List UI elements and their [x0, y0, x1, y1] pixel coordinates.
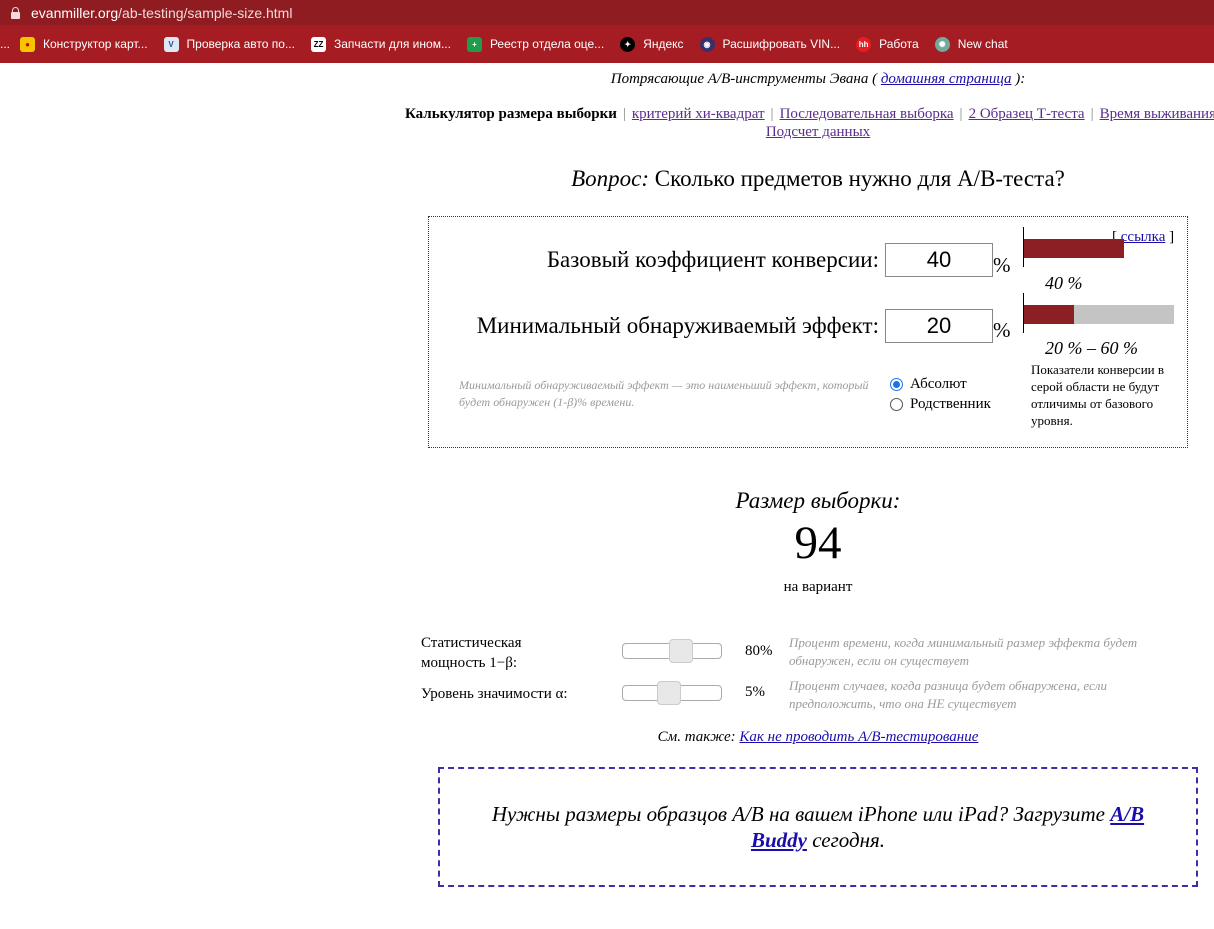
nav-link-sequential[interactable]: Последовательная выборка: [780, 106, 954, 122]
permalink-link[interactable]: ссылка: [1121, 229, 1166, 245]
tools-suffix: ):: [1015, 71, 1026, 87]
bookmark-label: Яндекс: [643, 37, 684, 51]
nav-separator: |: [959, 106, 963, 122]
question-prefix: Вопрос:: [571, 166, 650, 191]
bookmark-label: New chat: [957, 37, 1008, 51]
chatgpt-icon: ✺: [934, 36, 950, 52]
tools-line: Потрясающие A/B-инструменты Эвана ( дома…: [400, 71, 1214, 88]
mde-low-bar: [1024, 305, 1074, 324]
nav-current: Калькулятор размера выборки: [405, 106, 617, 122]
address-bar[interactable]: evanmiller.org/ab-testing/sample-size.ht…: [0, 0, 1214, 25]
alpha-value: 5%: [745, 684, 765, 700]
bookmark-label: Запчасти для ином...: [333, 37, 451, 51]
nav-separator: |: [622, 106, 626, 122]
promo-content: Нужны размеры образцов A/B на вашем iPho…: [470, 801, 1166, 853]
nav-link-count-data[interactable]: Подсчет данных: [766, 124, 870, 140]
radio-relative[interactable]: Родственник: [890, 396, 991, 413]
url-host: evanmiller.org: [31, 4, 119, 21]
see-also: См. также: Как не проводить A/B-тестиров…: [400, 729, 1214, 746]
nav-link-survival[interactable]: Время выживания: [1100, 106, 1214, 122]
alpha-slider[interactable]: [622, 681, 722, 705]
mde-hint: Минимальный обнаруживаемый эффект — это …: [459, 378, 869, 409]
alpha-slider-handle[interactable]: [657, 681, 682, 705]
mde-label: Минимальный обнаруживаемый эффект:: [476, 313, 879, 338]
see-also-prefix: См. также:: [657, 729, 736, 745]
tools-prefix: Потрясающие A/B-инструменты Эвана (: [610, 71, 878, 87]
radio-absolute[interactable]: Абсолют: [890, 376, 967, 393]
alpha-description: Процент случаев, когда разница будет обн…: [789, 678, 1107, 711]
lock-icon: [10, 6, 21, 20]
bookmark-item[interactable]: ◉ Расшифровать VIN...: [699, 36, 841, 52]
calculator-panel: [ ссылка ] Базовый коэффициент конверсии…: [428, 216, 1188, 448]
bookmark-item[interactable]: ✺ New chat: [934, 36, 1008, 52]
bookmark-label: Проверка авто по...: [186, 37, 295, 51]
tool-nav: Калькулятор размера выборки | критерий хи-…: [400, 105, 1214, 141]
mde-pct: %: [993, 318, 1011, 342]
bookmark-item[interactable]: V Проверка авто по...: [163, 36, 295, 52]
bookmark-label: Работа: [879, 37, 919, 51]
radio-checked-icon[interactable]: [890, 378, 903, 391]
question-heading: Вопрос: Сколько предметов нужно для A/B-…: [400, 166, 1214, 192]
power-label: Статистическая мощность 1−β:: [421, 635, 522, 671]
power-description: Процент времени, когда минимальный разме…: [789, 635, 1138, 668]
nav-link-chi-squared[interactable]: критерий хи-квадрат: [632, 106, 765, 122]
alpha-label: Уровень значимости α:: [421, 686, 568, 702]
url-path: /ab-testing/sample-size.html: [118, 4, 293, 21]
bookmark-label: Конструктор карт...: [43, 37, 148, 51]
baseline-pct: %: [993, 253, 1011, 277]
radio-unchecked-icon[interactable]: [890, 398, 903, 411]
radio-relative-label: Родственник: [910, 396, 991, 412]
baseline-caption: 40 %: [1045, 273, 1083, 293]
hh-icon: hh: [856, 36, 872, 52]
bookmark-item[interactable]: ZZ Запчасти для ином...: [310, 36, 451, 52]
radio-absolute-label: Абсолют: [910, 376, 967, 392]
baseline-bar: [1024, 239, 1124, 258]
zz-icon: ZZ: [310, 36, 326, 52]
baseline-input[interactable]: 40: [885, 243, 993, 277]
bookmark-label: Расшифровать VIN...: [722, 37, 841, 51]
see-also-link[interactable]: Как не проводить A/B-тестирование: [739, 729, 978, 745]
bracket-close: ]: [1169, 229, 1175, 245]
home-link[interactable]: домашняя страница: [881, 71, 1012, 87]
nav-separator: |: [1090, 106, 1094, 122]
bookmark-overflow[interactable]: ...: [0, 37, 10, 51]
nav-link-t-test[interactable]: 2 Образец Т-теста: [969, 106, 1085, 122]
power-slider-handle[interactable]: [668, 639, 693, 663]
power-slider[interactable]: [622, 639, 722, 663]
sample-size-value: 94: [794, 517, 842, 569]
shield-check-icon: V: [163, 36, 179, 52]
bookmark-label: ...: [0, 37, 11, 51]
map-pin-icon: ●: [20, 36, 36, 52]
star-icon: ✦: [620, 36, 636, 52]
bookmarks-bar: ... ● Конструктор карт... V Проверка авт…: [0, 25, 1214, 63]
result-title: Размер выборки:: [735, 488, 901, 513]
promo-box: Нужны размеры образцов A/B на вашем iPho…: [438, 767, 1198, 887]
bookmark-item[interactable]: hh Работа: [856, 36, 919, 52]
bookmark-label: Реестр отдела оце...: [489, 37, 605, 51]
promo-text: Нужны размеры образцов A/B на вашем iPho…: [491, 802, 1105, 826]
result-unit: на вариант: [783, 579, 853, 595]
spreadsheet-icon: +: [466, 36, 482, 52]
baseline-label: Базовый коэффициент конверсии:: [546, 247, 879, 272]
bookmark-item[interactable]: + Реестр отдела оце...: [466, 36, 605, 52]
mde-input[interactable]: 20: [885, 309, 993, 343]
bookmark-item[interactable]: ✦ Яндекс: [620, 36, 684, 52]
mde-caption: 20 % – 60 %: [1045, 338, 1138, 358]
promo-suffix: сегодня.: [812, 828, 886, 852]
globe-icon: ◉: [699, 36, 715, 52]
question-text: Сколько предметов нужно для A/B-теста?: [654, 166, 1065, 191]
nav-separator: |: [770, 106, 774, 122]
power-value: 80%: [745, 643, 773, 659]
gray-area-note: Показатели конверсии в серой области не …: [1031, 362, 1165, 428]
bookmark-item[interactable]: ● Конструктор карт...: [20, 36, 148, 52]
